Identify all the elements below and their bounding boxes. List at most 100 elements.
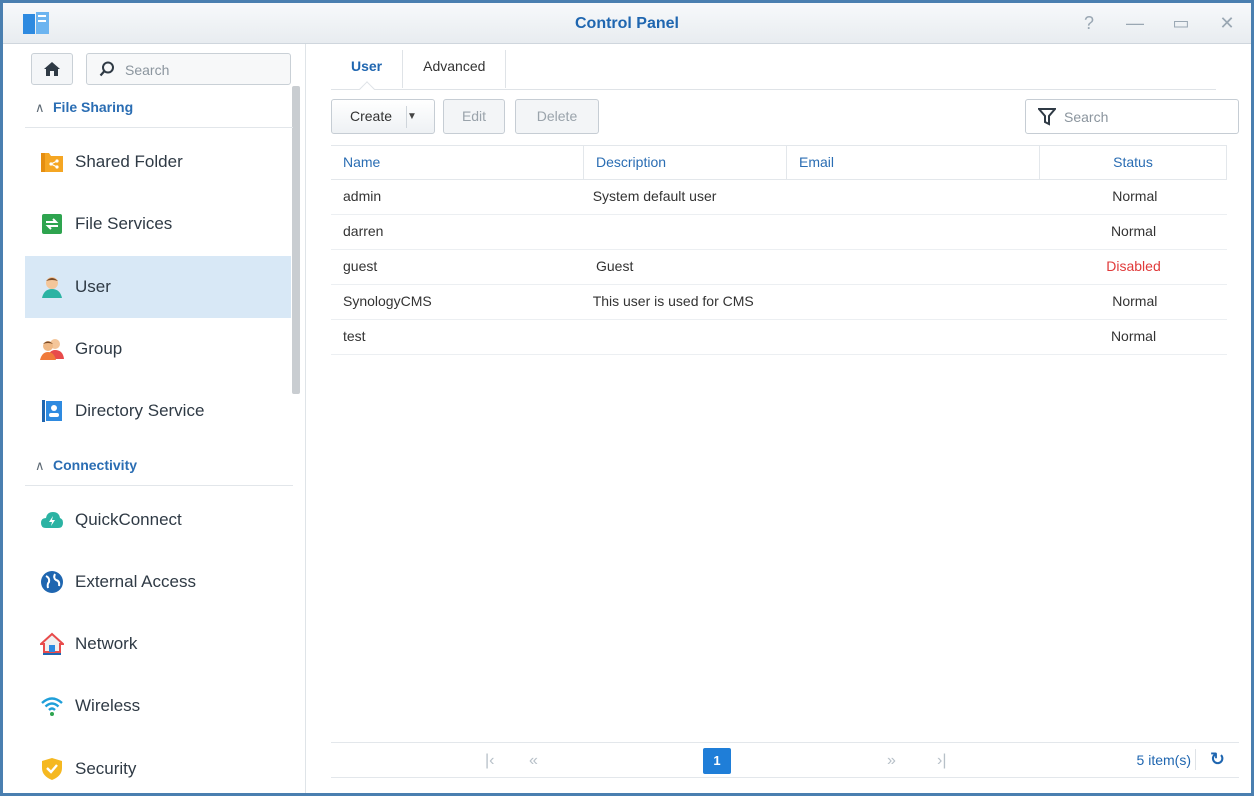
- cell-status: Normal: [1110, 328, 1157, 344]
- cell-email: [787, 250, 1040, 284]
- caret-down-icon[interactable]: ▼: [406, 106, 434, 128]
- sidebar-item-label: QuickConnect: [75, 510, 182, 529]
- toolbar: Create ▼ Edit Delete Search: [331, 99, 1239, 135]
- user-table: Name Description Email Status admin Syst…: [331, 145, 1227, 355]
- cell-status: Normal: [1112, 293, 1158, 309]
- sidebar-item-shared-folder[interactable]: Shared Folder: [25, 131, 291, 193]
- create-button-label: Create: [350, 108, 393, 124]
- previous-page-icon[interactable]: «: [529, 752, 538, 770]
- window-controls: ? — ▭ ✕: [1079, 13, 1237, 33]
- last-page-icon[interactable]: ›|: [937, 752, 946, 770]
- refresh-icon[interactable]: ↻: [1194, 749, 1225, 770]
- first-page-icon[interactable]: |‹: [485, 752, 494, 770]
- shared-folder-icon: [39, 150, 65, 174]
- wireless-icon: [39, 694, 65, 718]
- sidebar-search-placeholder: Search: [125, 62, 170, 78]
- section-file-sharing[interactable]: ∧ File Sharing: [25, 88, 293, 128]
- chevron-up-icon: ∧: [35, 100, 45, 115]
- sidebar-item-user[interactable]: User: [25, 256, 291, 318]
- sidebar-item-label: Network: [75, 634, 138, 653]
- close-icon[interactable]: ✕: [1217, 13, 1237, 33]
- control-panel-window: Control Panel ? — ▭ ✕ Search ∧ File Shari…: [0, 0, 1254, 796]
- table-row[interactable]: admin System default user Normal: [331, 180, 1227, 215]
- cell-status: Normal: [1112, 188, 1158, 204]
- table-row[interactable]: SynologyCMS This user is used for CMS No…: [331, 285, 1227, 320]
- cell-description: Guest: [596, 258, 634, 274]
- column-header-name[interactable]: Name: [331, 146, 584, 180]
- sidebar-item-directory-service[interactable]: Directory Service: [25, 380, 291, 442]
- user-icon: [39, 275, 65, 299]
- item-count: 5 item(s): [1136, 752, 1191, 768]
- sidebar: Search ∧ File Sharing Shared Folder File …: [3, 44, 306, 793]
- sidebar-item-label: Directory Service: [75, 401, 205, 420]
- directory-service-icon: [39, 399, 65, 423]
- table-row[interactable]: test Normal: [331, 320, 1227, 355]
- main-panel: User Advanced Create ▼ Edit Delete Searc…: [307, 44, 1251, 793]
- column-header-description[interactable]: Description: [584, 146, 787, 180]
- tab-advanced[interactable]: Advanced: [403, 50, 507, 88]
- grid-search-placeholder: Search: [1064, 109, 1109, 125]
- sidebar-item-label: File Services: [75, 214, 173, 233]
- quickconnect-icon: [39, 508, 65, 532]
- delete-button[interactable]: Delete: [515, 99, 599, 134]
- title-bar: Control Panel ? — ▭ ✕: [3, 0, 1251, 44]
- sidebar-item-network[interactable]: Network: [25, 613, 291, 675]
- pagination-bar: |‹ « 1 » ›| 5 item(s) ↻: [331, 742, 1239, 778]
- sidebar-item-quickconnect[interactable]: QuickConnect: [25, 489, 291, 551]
- sidebar-item-label: User: [75, 277, 111, 296]
- cell-status: Normal: [1110, 223, 1157, 239]
- sidebar-item-security[interactable]: Security: [25, 738, 291, 793]
- tab-user[interactable]: User: [331, 50, 404, 88]
- tab-bar: User Advanced: [331, 50, 1216, 90]
- file-services-icon: [39, 212, 65, 236]
- sidebar-item-label: Security: [75, 759, 137, 778]
- network-icon: [39, 632, 65, 656]
- cell-name: admin: [343, 188, 382, 204]
- section-connectivity[interactable]: ∧ Connectivity: [25, 446, 293, 486]
- sidebar-item-group[interactable]: Group: [25, 318, 291, 380]
- minimize-icon[interactable]: —: [1125, 13, 1145, 33]
- cell-description: [584, 215, 787, 249]
- cell-email: [1031, 285, 1043, 319]
- security-icon: [39, 757, 65, 781]
- sidebar-scrollbar[interactable]: [292, 86, 300, 394]
- maximize-icon[interactable]: ▭: [1171, 13, 1191, 33]
- sidebar-item-wireless[interactable]: Wireless: [25, 675, 291, 737]
- column-header-status[interactable]: Status: [1040, 146, 1227, 180]
- cell-email: [787, 320, 1040, 354]
- sidebar-item-label: Group: [75, 339, 123, 358]
- cell-name: test: [343, 328, 366, 344]
- chevron-up-icon: ∧: [35, 458, 45, 473]
- cell-status: Disabled: [1106, 258, 1161, 274]
- cell-email: [787, 215, 1040, 249]
- filter-icon: [1038, 108, 1056, 126]
- column-header-email[interactable]: Email: [787, 146, 1040, 180]
- table-row[interactable]: guest Guest Disabled: [331, 250, 1227, 285]
- section-label: Connectivity: [53, 457, 138, 473]
- sidebar-item-file-services[interactable]: File Services: [25, 193, 291, 255]
- sidebar-item-label: Shared Folder: [75, 152, 183, 171]
- cell-name: darren: [343, 223, 384, 239]
- sidebar-item-external-access[interactable]: External Access: [25, 551, 291, 613]
- window-title: Control Panel: [574, 15, 679, 32]
- home-icon: [44, 62, 60, 76]
- cell-description: [584, 320, 787, 354]
- cell-name: SynologyCMS: [343, 293, 432, 309]
- sidebar-item-label: Wireless: [75, 696, 141, 715]
- cell-description: This user is used for CMS: [592, 293, 754, 309]
- sidebar-item-label: External Access: [75, 572, 196, 591]
- home-button[interactable]: [31, 53, 73, 85]
- table-row[interactable]: darren Normal: [331, 215, 1227, 250]
- help-icon[interactable]: ?: [1079, 13, 1099, 33]
- create-button[interactable]: Create ▼: [331, 99, 435, 134]
- page-number-current[interactable]: 1: [703, 748, 731, 774]
- cell-name: guest: [343, 258, 378, 274]
- cell-email: [1031, 180, 1043, 214]
- edit-button[interactable]: Edit: [443, 99, 505, 134]
- cell-description: System default user: [592, 188, 717, 204]
- next-page-icon[interactable]: »: [887, 752, 896, 770]
- search-icon: [99, 61, 114, 77]
- sidebar-search-input[interactable]: Search: [86, 53, 291, 85]
- grid-search-input[interactable]: Search: [1025, 99, 1239, 134]
- group-icon: [39, 337, 65, 361]
